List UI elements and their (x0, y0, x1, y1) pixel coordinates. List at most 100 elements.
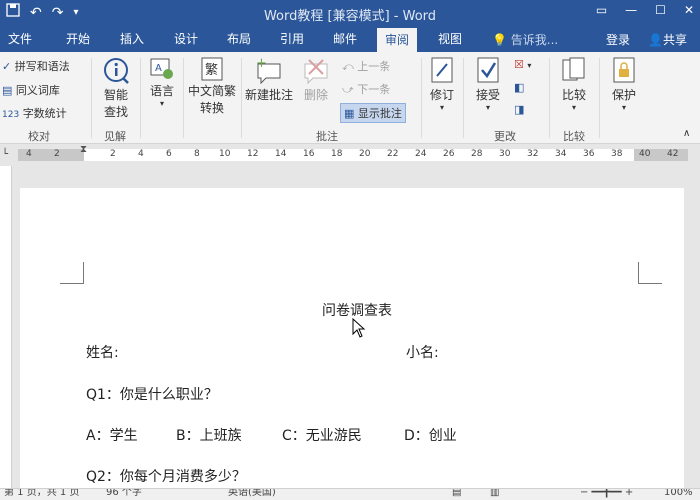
word-count[interactable]: 96 个字 (106, 489, 142, 499)
tab-view[interactable]: 视图 (438, 30, 462, 48)
accept-label: 接受 (475, 88, 500, 102)
separator (549, 58, 550, 138)
ribbon-display-icon[interactable]: ▭ (596, 3, 607, 17)
option-a[interactable]: A：学生 (86, 425, 138, 445)
next-comment-button[interactable]: ⤻ 下一条 (342, 81, 390, 97)
chevron-down-icon: ▾ (621, 103, 626, 112)
chinese-conversion-label-1: 中文简繁 (187, 84, 236, 98)
tab-layout[interactable]: 布局 (227, 30, 251, 48)
login-link[interactable]: 登录 (606, 31, 630, 48)
chevron-down-icon: ▾ (159, 99, 164, 108)
question-2[interactable]: Q2：你每个月消费多少？ (86, 466, 246, 486)
language-status[interactable]: 英语(美国) (228, 489, 276, 499)
delete-comment-button[interactable]: 删除 (296, 56, 336, 103)
document-title[interactable]: 问卷调查表 (322, 300, 392, 320)
ruler-number: 40 (639, 149, 651, 159)
option-b[interactable]: B：上班族 (176, 425, 242, 445)
language-icon: A (150, 58, 173, 79)
crop-mark (60, 262, 84, 284)
track-changes-icon (431, 57, 453, 83)
tell-me-text: 告诉我... (510, 33, 559, 47)
smart-lookup-label-1: 智能 (103, 88, 128, 102)
language-button[interactable]: A 语言 ▾ (144, 56, 180, 108)
ruler-number: 36 (583, 149, 595, 159)
tab-references[interactable]: 引用 (280, 30, 304, 48)
tab-mailings[interactable]: 邮件 (333, 30, 357, 48)
tab-design[interactable]: 设计 (174, 30, 198, 48)
ribbon-tabs: 文件 开始 插入 设计 布局 引用 邮件 审阅 视图 💡 告诉我... 登录 👤… (0, 26, 700, 52)
reject-button[interactable]: ☒ ▾ (514, 58, 531, 71)
web-layout-icon[interactable]: ▥ (490, 489, 499, 499)
previous-icon: ⤺ (342, 60, 354, 73)
accept-icon (477, 57, 499, 83)
vertical-ruler[interactable] (0, 166, 12, 488)
title-bar: ↶ ↷ ▾ Word教程 [兼容模式] - Word ▭ — ☐ ✕ (0, 0, 700, 26)
next-change-button[interactable]: ◨ (514, 103, 524, 116)
chinese-conversion-button[interactable]: 繁 中文简繁 转换 (186, 56, 238, 116)
share-button[interactable]: 👤共享 (648, 31, 687, 48)
question-1[interactable]: Q1：你是什么职业？ (86, 384, 218, 404)
zoom-level[interactable]: 100% (664, 489, 693, 499)
indent-marker-icon[interactable]: ⧗ (80, 144, 87, 155)
close-icon[interactable]: ✕ (684, 3, 694, 17)
track-changes-button[interactable]: 修订 ▾ (424, 56, 460, 112)
maximize-icon[interactable]: ☐ (655, 3, 666, 17)
delete-comment-label: 删除 (303, 88, 328, 102)
ruler-number: 42 (667, 149, 679, 159)
protect-button[interactable]: 保护 ▾ (604, 56, 644, 112)
tab-selector-icon[interactable]: └ (2, 149, 8, 160)
document-area[interactable]: 问卷调查表 姓名: 小名: Q1：你是什么职业？ A：学生 B：上班族 C：无业… (12, 166, 700, 488)
ruler-number: 2 (54, 149, 60, 159)
ruler-number: 10 (219, 149, 231, 159)
tab-insert[interactable]: 插入 (120, 30, 144, 48)
option-d[interactable]: D：创业 (404, 425, 457, 445)
word-count-button[interactable]: 123 字数统计 (2, 105, 67, 121)
accept-button[interactable]: 接受 ▾ (468, 56, 508, 112)
ruler-number: 30 (499, 149, 511, 159)
compare-button[interactable]: 比较 ▾ (554, 56, 594, 112)
show-comments-button[interactable]: ▦ 显示批注 (340, 103, 406, 123)
thesaurus-button[interactable]: ▤ 同义词库 (2, 82, 60, 98)
print-layout-icon[interactable]: ▤ (452, 489, 461, 499)
ruler-number: 22 (387, 149, 399, 159)
next-comment-label: 下一条 (357, 83, 391, 96)
ruler-number: 4 (138, 149, 144, 159)
chevron-down-icon: ▾ (485, 103, 490, 112)
name-label[interactable]: 姓名: (86, 342, 119, 362)
tab-home[interactable]: 开始 (66, 30, 90, 48)
thesaurus-label: 同义词库 (15, 84, 60, 97)
ruler-number: 38 (611, 149, 623, 159)
compare-group-label: 比较 (563, 130, 585, 143)
document-page[interactable]: 问卷调查表 姓名: 小名: Q1：你是什么职业？ A：学生 B：上班族 C：无业… (20, 188, 684, 488)
tab-file[interactable]: 文件 (8, 30, 32, 48)
collapse-ribbon-icon[interactable]: ∧ (683, 128, 690, 139)
minimize-icon[interactable]: — (625, 3, 637, 17)
ribbon: ✓ 拼写和语法 ▤ 同义词库 123 字数统计 校对 智能 查找 见解 A 语言… (0, 52, 700, 144)
separator (421, 58, 422, 138)
option-c[interactable]: C：无业游民 (282, 425, 362, 445)
spelling-button[interactable]: ✓ 拼写和语法 (2, 58, 70, 74)
comments-group-label: 批注 (316, 130, 338, 143)
previous-change-button[interactable]: ◧ (514, 81, 524, 94)
info-icon (104, 58, 129, 84)
zoom-slider[interactable]: − ━━╋━━ + (580, 489, 633, 499)
word-count-icon: 123 (2, 110, 20, 120)
ruler-number: 6 (166, 149, 172, 159)
lock-icon (613, 57, 635, 83)
show-comments-icon: ▦ (344, 107, 355, 120)
ruler-number: 16 (303, 149, 315, 159)
ruler-number: 18 (331, 149, 343, 159)
tell-me-box[interactable]: 💡 告诉我... (492, 31, 558, 48)
page-count[interactable]: 第 1 页，共 1 页 (4, 489, 79, 499)
chevron-down-icon: ▾ (439, 103, 444, 112)
previous-comment-button[interactable]: ⤺ 上一条 (342, 58, 390, 74)
smart-lookup-button[interactable]: 智能 查找 (96, 56, 136, 120)
show-comments-label: 显示批注 (357, 107, 402, 120)
new-comment-button[interactable]: + 新建批注 (243, 56, 295, 103)
window-controls: ▭ — ☐ ✕ (596, 3, 694, 17)
ruler-number: 24 (415, 149, 427, 159)
tab-review[interactable]: 审阅 (377, 28, 418, 52)
nickname-label[interactable]: 小名: (406, 342, 439, 362)
separator (599, 58, 600, 138)
horizontal-ruler[interactable]: └ 4 2 ⧗ 2 4 6 8 10 12 14 16 18 20 22 24 … (0, 144, 700, 166)
